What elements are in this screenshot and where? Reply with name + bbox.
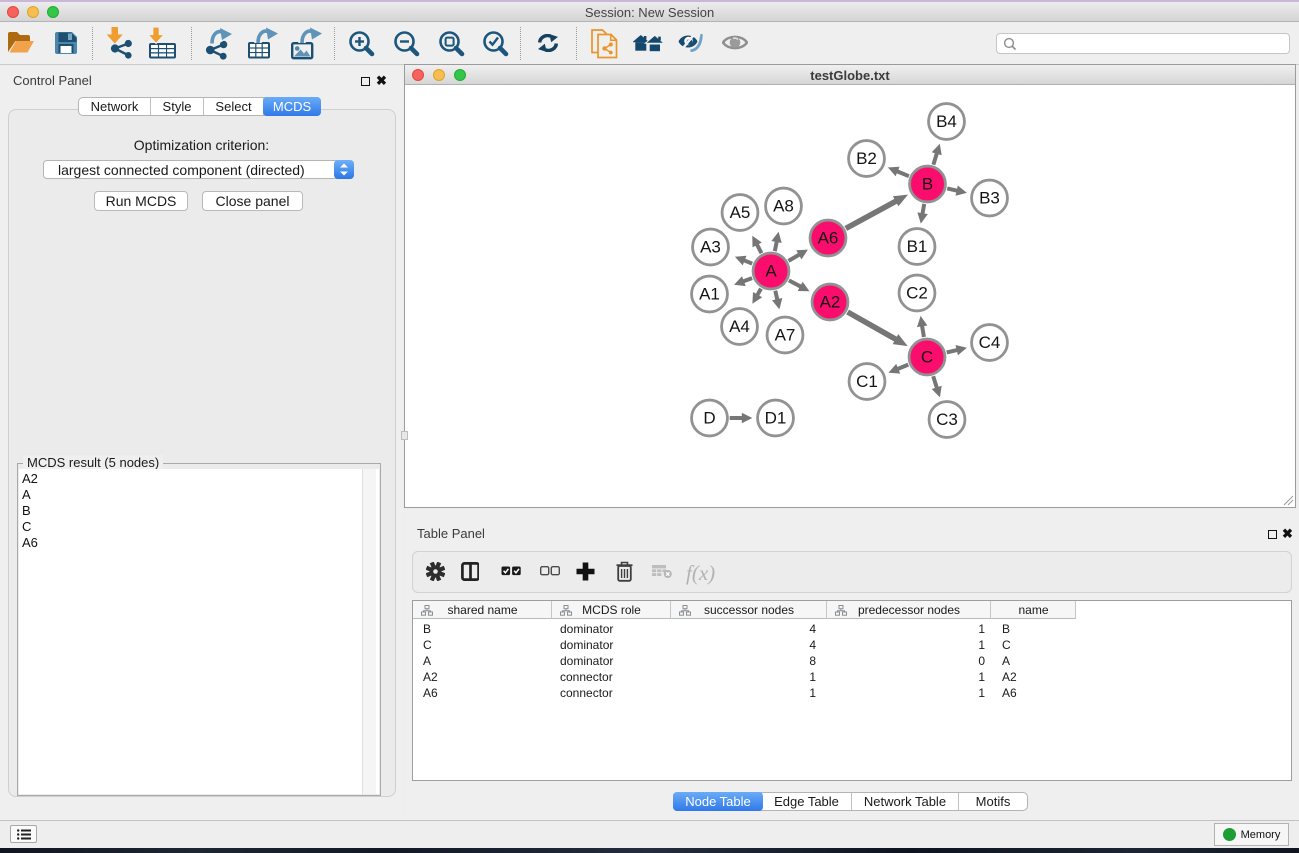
svg-text:A4: A4 [729,317,750,336]
svg-text:C3: C3 [936,410,958,429]
svg-text:D: D [703,409,715,428]
svg-text:A5: A5 [730,203,751,222]
svg-text:A: A [765,262,777,281]
svg-text:C2: C2 [906,284,928,303]
svg-text:A3: A3 [700,238,721,257]
svg-text:B2: B2 [856,149,877,168]
svg-text:A1: A1 [699,285,720,304]
svg-text:B1: B1 [907,237,928,256]
svg-text:B4: B4 [936,112,957,131]
svg-text:A2: A2 [820,293,841,312]
svg-text:B3: B3 [979,189,1000,208]
svg-text:D1: D1 [765,409,787,428]
svg-text:A7: A7 [775,326,796,345]
svg-text:A8: A8 [773,197,794,216]
svg-text:A6: A6 [818,229,839,248]
svg-text:B: B [922,175,933,194]
svg-text:C: C [921,348,933,367]
svg-text:C4: C4 [979,333,1001,352]
svg-text:C1: C1 [856,372,878,391]
